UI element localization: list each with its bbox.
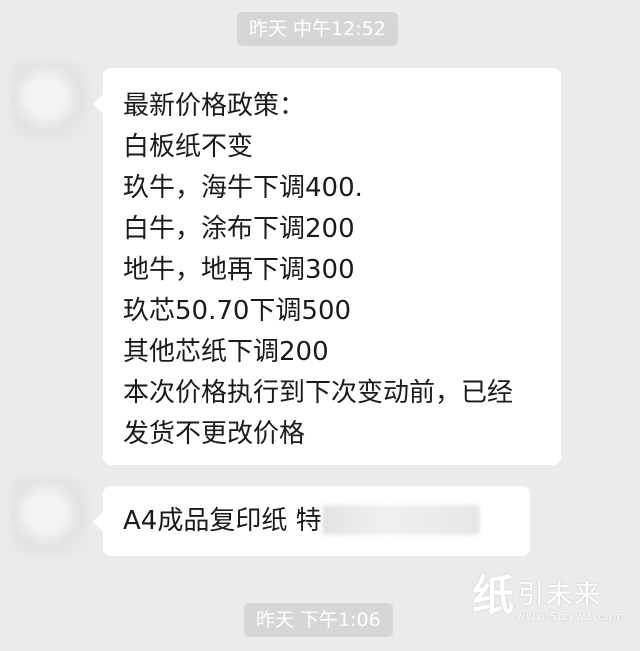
message-line: 发货不更改价格 bbox=[123, 419, 306, 449]
timestamp: 昨天 中午12:52 bbox=[237, 12, 398, 46]
message-line: 最新价格政策： bbox=[123, 91, 306, 121]
message-text: A4成品复印纸 特 bbox=[123, 506, 322, 536]
message-line: 玖芯50.70下调500 bbox=[123, 296, 352, 326]
message-line: 本次价格执行到下次变动前，已经 bbox=[123, 378, 514, 408]
blurred-price bbox=[321, 504, 480, 535]
watermark-logo: 纸 bbox=[472, 571, 515, 620]
message-line: 玖牛，海牛下调400. bbox=[123, 173, 363, 203]
message-line: 其他芯纸下调200 bbox=[123, 337, 329, 367]
watermark-name: 引未来 bbox=[518, 580, 603, 610]
message-bubble[interactable]: A4成品复印纸 特 bbox=[93, 486, 530, 556]
message-line: 白牛，涂布下调200 bbox=[123, 214, 355, 244]
message-line: 地牛，地再下调300 bbox=[123, 255, 355, 285]
timestamp: 昨天 下午1:06 bbox=[244, 603, 393, 637]
watermark-url: www.5izyw1.com bbox=[516, 610, 625, 623]
message-bubble[interactable]: 最新价格政策： 白板纸不变 玖牛，海牛下调400. 白牛，涂布下调200 地牛，… bbox=[93, 68, 561, 465]
message-line: 白板纸不变 bbox=[123, 132, 254, 162]
sender-avatar[interactable] bbox=[10, 478, 90, 556]
sender-avatar[interactable] bbox=[10, 62, 90, 140]
watermark: 纸 引未来 www.5izyw1.com bbox=[472, 566, 632, 636]
